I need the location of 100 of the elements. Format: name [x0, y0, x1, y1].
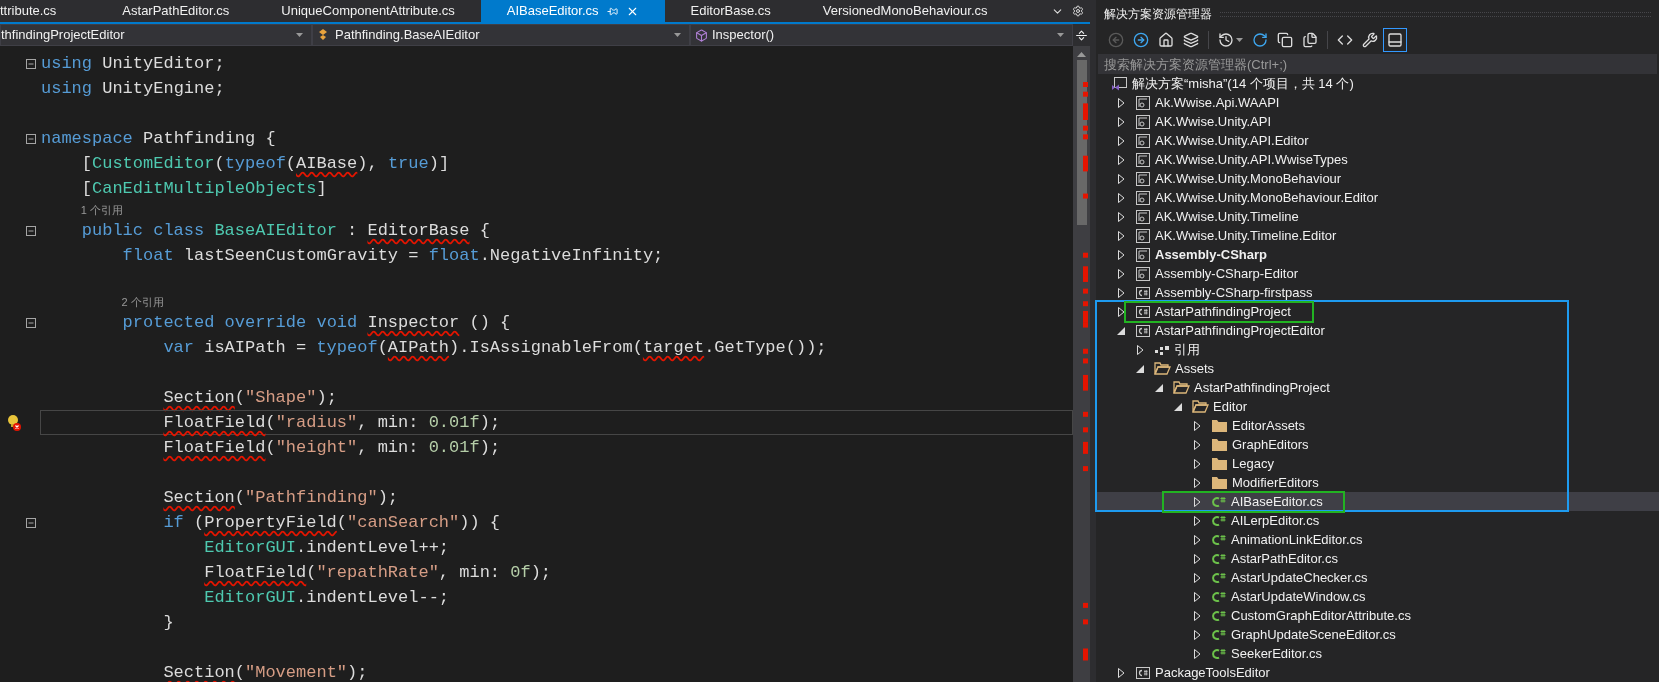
collapsed-arrow-icon[interactable]: [1117, 268, 1125, 279]
collapsed-arrow-icon[interactable]: [1193, 572, 1201, 583]
tree-item[interactable]: AstarPathEditor.cs: [1096, 549, 1659, 568]
collapsed-arrow-icon[interactable]: [1193, 458, 1201, 469]
tree-item[interactable]: AnimationLinkEditor.cs: [1096, 530, 1659, 549]
editor-tab[interactable]: ttribute.cs: [0, 0, 97, 22]
tree-item[interactable]: AstarUpdateWindow.cs: [1096, 587, 1659, 606]
editor-tab[interactable]: AstarPathEditor.cs: [96, 0, 256, 22]
editor-tab[interactable]: EditorBase.cs: [664, 0, 797, 22]
collapsed-arrow-icon[interactable]: [1193, 477, 1201, 488]
tree-item[interactable]: AstarUpdateChecker.cs: [1096, 568, 1659, 587]
caret-icon: [296, 33, 303, 37]
preview-button[interactable]: [1383, 28, 1407, 52]
project-icon: [1135, 132, 1151, 149]
editor-tab[interactable]: AIBaseEditor.cs: [480, 0, 665, 22]
editor-tab[interactable]: UniqueComponentAttribute.cs: [255, 0, 481, 22]
collapsed-arrow-icon[interactable]: [1117, 306, 1125, 317]
collapsed-arrow-icon[interactable]: [1117, 116, 1125, 127]
expanded-arrow-icon[interactable]: [1155, 383, 1163, 392]
collapsed-arrow-icon[interactable]: [1117, 135, 1125, 146]
collapse-icon[interactable]: [26, 58, 36, 69]
collapsed-arrow-icon[interactable]: [1136, 344, 1144, 355]
tree-item[interactable]: PackageToolsEditor: [1096, 663, 1659, 682]
member-dropdown[interactable]: Inspector(): [690, 24, 1073, 46]
collapsed-arrow-icon[interactable]: [1117, 192, 1125, 203]
tree-item[interactable]: Assets: [1096, 359, 1659, 378]
collapsed-arrow-icon[interactable]: [1193, 610, 1201, 621]
tree-item[interactable]: AK.Wwise.Unity.API.WwiseTypes: [1096, 150, 1659, 169]
collapsed-arrow-icon[interactable]: [1193, 648, 1201, 659]
tree-item[interactable]: GraphUpdateSceneEditor.cs: [1096, 625, 1659, 644]
code-line: [CanEditMultipleObjects]: [81, 177, 327, 200]
tree-item[interactable]: AK.Wwise.Unity.Timeline.Editor: [1096, 226, 1659, 245]
search-field[interactable]: 搜索解决方案资源管理器(Ctrl+;): [1098, 54, 1657, 74]
code-line: [CustomEditor(typeof(AIBase), true)]: [81, 152, 450, 175]
reference-count[interactable]: 2 个引用: [121, 297, 164, 310]
method-icon: [695, 28, 708, 42]
collapsed-arrow-icon[interactable]: [1117, 249, 1125, 260]
collapsed-arrow-icon[interactable]: [1193, 534, 1201, 545]
tree-item[interactable]: AK.Wwise.Unity.MonoBehaviour.Editor: [1096, 188, 1659, 207]
caret-icon: [1057, 33, 1064, 37]
tree-item[interactable]: Assembly-CSharp-firstpass: [1096, 283, 1659, 302]
collapsed-arrow-icon[interactable]: [1193, 515, 1201, 526]
tree-item-label: Assembly-CSharp-Editor: [1155, 266, 1299, 281]
csharp-file-icon: [1211, 646, 1227, 661]
collapsed-arrow-icon[interactable]: [1117, 97, 1125, 108]
type-dropdown[interactable]: Pathfinding.BaseAIEditor: [312, 24, 690, 46]
lightbulb-icon[interactable]: [6, 413, 22, 432]
tree-item[interactable]: Editor: [1096, 397, 1659, 416]
reference-count[interactable]: 1 个引用: [80, 205, 123, 218]
tree-item[interactable]: AILerpEditor.cs: [1096, 511, 1659, 530]
solution-item[interactable]: 解决方案“misha”(14 个项目，共 14 个): [1096, 74, 1659, 93]
scroll-up-icon[interactable]: [1077, 52, 1086, 57]
arrow-left-icon: [1108, 32, 1124, 48]
tree-item[interactable]: Assembly-CSharp: [1096, 245, 1659, 264]
collapsed-arrow-icon[interactable]: [1193, 553, 1201, 564]
editor-tab[interactable]: VersionedMonoBehaviour.cs: [796, 0, 1014, 22]
collapsed-arrow-icon[interactable]: [1117, 173, 1125, 184]
collapsed-arrow-icon[interactable]: [1117, 154, 1125, 165]
tree-item[interactable]: Ak.Wwise.Api.WAAPI: [1096, 93, 1659, 112]
collapsed-arrow-icon[interactable]: [1193, 629, 1201, 640]
tree-item[interactable]: Assembly-CSharp-Editor: [1096, 264, 1659, 283]
expanded-arrow-icon[interactable]: [1174, 402, 1182, 411]
tree-item[interactable]: 引用: [1096, 340, 1659, 359]
tree-item[interactable]: AK.Wwise.Unity.API: [1096, 112, 1659, 131]
collapsed-arrow-icon[interactable]: [1193, 591, 1201, 602]
collapsed-arrow-icon[interactable]: [1117, 230, 1125, 241]
collapsed-arrow-icon[interactable]: [1193, 439, 1201, 450]
tree-item[interactable]: Legacy: [1096, 454, 1659, 473]
expanded-arrow-icon[interactable]: [1117, 326, 1125, 335]
split-icon[interactable]: [1075, 28, 1088, 42]
settings-icon[interactable]: [1072, 5, 1084, 17]
tree-item[interactable]: AstarPathfindingProject: [1096, 302, 1659, 321]
collapsed-arrow-icon[interactable]: [1117, 667, 1125, 678]
tree-item-label: AstarPathfindingProject: [1155, 304, 1291, 319]
collapsed-arrow-icon[interactable]: [1117, 287, 1125, 298]
tree-item[interactable]: AstarPathfindingProject: [1096, 378, 1659, 397]
collapsed-arrow-icon[interactable]: [1117, 211, 1125, 222]
project-icon: [1135, 227, 1151, 244]
project-dropdown[interactable]: thfindingProjectEditor: [0, 24, 312, 46]
collapsed-arrow-icon[interactable]: [1193, 420, 1201, 431]
tree-item[interactable]: AK.Wwise.Unity.Timeline: [1096, 207, 1659, 226]
csharp-file-icon: [1211, 570, 1227, 585]
tree-item[interactable]: CustomGraphEditorAttribute.cs: [1096, 606, 1659, 625]
tree-item[interactable]: AstarPathfindingProjectEditor: [1096, 321, 1659, 340]
collapse-icon[interactable]: [26, 317, 36, 328]
tree-item[interactable]: SeekerEditor.cs: [1096, 644, 1659, 663]
collapse-icon[interactable]: [26, 133, 36, 144]
collapse-icon[interactable]: [26, 225, 36, 236]
pin-icon[interactable]: [606, 5, 618, 17]
tree-item[interactable]: AK.Wwise.Unity.API.Editor: [1096, 131, 1659, 150]
tree-item[interactable]: AK.Wwise.Unity.MonoBehaviour: [1096, 169, 1659, 188]
collapse-icon[interactable]: [26, 517, 36, 528]
project-icon: [1135, 113, 1151, 130]
expanded-arrow-icon[interactable]: [1136, 364, 1144, 373]
collapsed-arrow-icon[interactable]: [1193, 496, 1201, 507]
tree-item[interactable]: GraphEditors: [1096, 435, 1659, 454]
tree-item[interactable]: EditorAssets: [1096, 416, 1659, 435]
tree-item-label: AK.Wwise.Unity.Timeline: [1155, 209, 1299, 224]
tree-item[interactable]: ModifierEditors: [1096, 473, 1659, 492]
csharp-project-icon: [1135, 664, 1151, 681]
